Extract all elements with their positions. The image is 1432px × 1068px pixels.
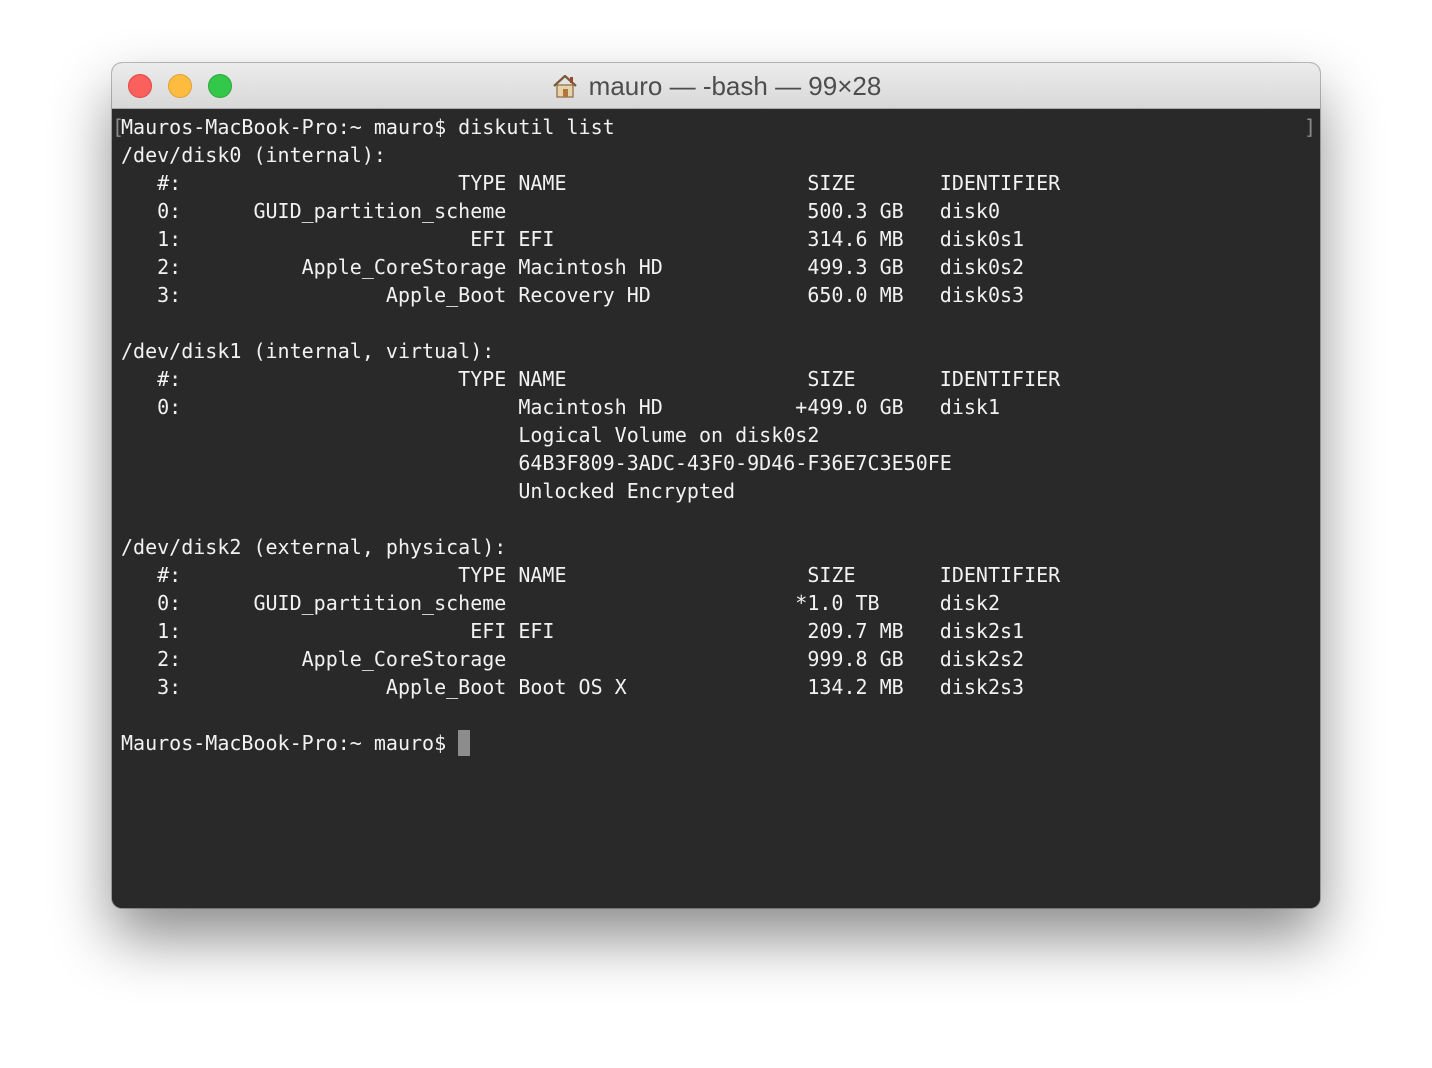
terminal-line: #: TYPE NAME SIZE IDENTIFIER bbox=[121, 171, 1061, 195]
terminal-line: 1: EFI EFI 314.6 MB disk0s1 bbox=[121, 227, 1025, 251]
terminal-window: mauro — -bash — 99×28 [ ] Mauros-MacBook… bbox=[112, 63, 1320, 908]
window-title: mauro — -bash — 99×28 bbox=[588, 71, 882, 101]
terminal-line: 2: Apple_CoreStorage Macintosh HD 499.3 … bbox=[121, 255, 1025, 279]
home-icon bbox=[552, 74, 577, 98]
terminal-content[interactable]: [ ] Mauros-MacBook-Pro:~ mauro$ diskutil… bbox=[112, 109, 1320, 908]
terminal-line: 3: Apple_Boot Recovery HD 650.0 MB disk0… bbox=[121, 283, 1025, 307]
terminal-line: 0: Macintosh HD +499.0 GB disk1 bbox=[121, 395, 1000, 419]
terminal-line: Logical Volume on disk0s2 bbox=[121, 423, 820, 447]
terminal-line: 0: GUID_partition_scheme *1.0 TB disk2 bbox=[121, 591, 1000, 615]
terminal-line: /dev/disk0 (internal): bbox=[121, 143, 386, 167]
terminal-line: /dev/disk2 (external, physical): bbox=[121, 535, 507, 559]
terminal-line: 64B3F809-3ADC-43F0-9D46-F36E7C3E50FE bbox=[121, 451, 952, 475]
terminal-line: Mauros-MacBook-Pro:~ mauro$ diskutil lis… bbox=[121, 115, 615, 139]
prompt-text: Mauros-MacBook-Pro:~ mauro$ bbox=[121, 731, 447, 755]
mark-bracket-right: ] bbox=[1303, 115, 1316, 139]
terminal-output: Mauros-MacBook-Pro:~ mauro$ diskutil lis… bbox=[121, 113, 1060, 757]
terminal-line: /dev/disk1 (internal, virtual): bbox=[121, 339, 495, 363]
terminal-line: 0: GUID_partition_scheme 500.3 GB disk0 bbox=[121, 199, 1000, 223]
prompt-line[interactable]: Mauros-MacBook-Pro:~ mauro$ bbox=[121, 729, 1060, 757]
title-bar[interactable]: mauro — -bash — 99×28 bbox=[112, 63, 1320, 109]
terminal-line: 2: Apple_CoreStorage 999.8 GB disk2s2 bbox=[121, 647, 1025, 671]
terminal-line: 3: Apple_Boot Boot OS X 134.2 MB disk2s3 bbox=[121, 675, 1025, 699]
text-cursor bbox=[458, 730, 471, 756]
terminal-line: #: TYPE NAME SIZE IDENTIFIER bbox=[121, 367, 1061, 391]
terminal-line: 1: EFI EFI 209.7 MB disk2s1 bbox=[121, 619, 1025, 643]
terminal-line: Unlocked Encrypted bbox=[121, 479, 736, 503]
window-title-container: mauro — -bash — 99×28 bbox=[112, 63, 1320, 109]
terminal-line: #: TYPE NAME SIZE IDENTIFIER bbox=[121, 563, 1061, 587]
